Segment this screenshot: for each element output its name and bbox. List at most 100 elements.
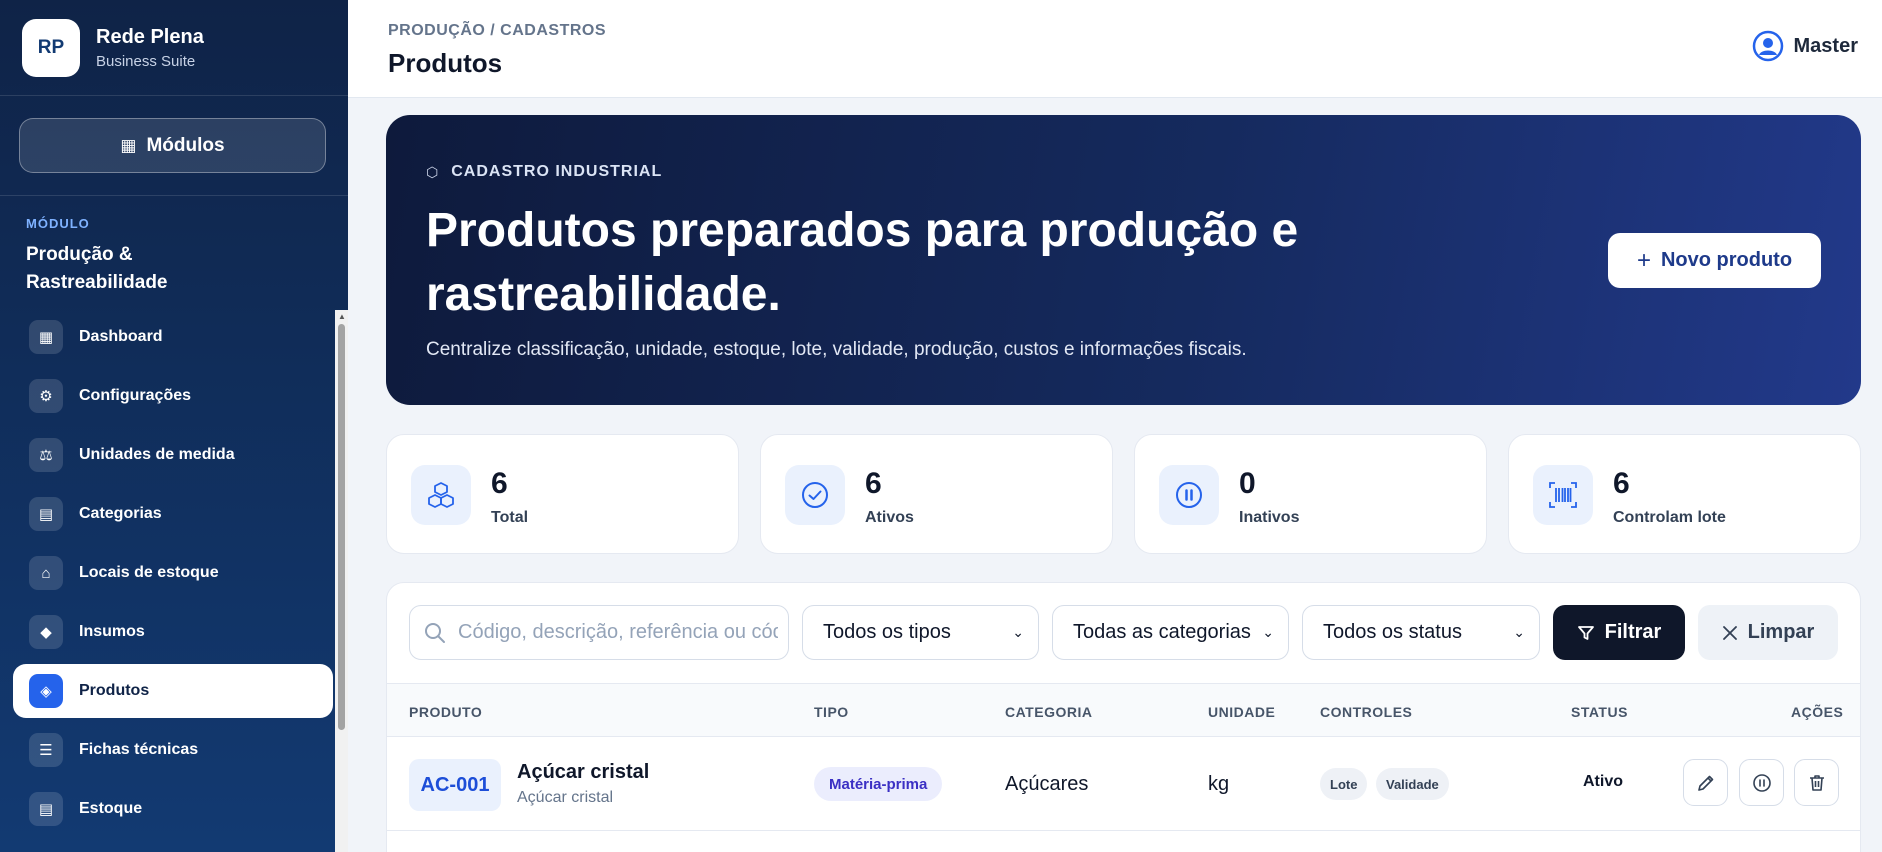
control-badge-validade: Validade [1376,768,1449,800]
funnel-icon [1577,625,1594,640]
stat-label: Inativos [1239,509,1300,526]
scroll-up-icon[interactable]: ▲ [338,312,346,321]
sidebar-item-fichas[interactable]: ☰ Fichas técnicas [13,723,333,777]
clear-button-label: Limpar [1747,621,1815,643]
grid-icon: ▦ [120,135,137,155]
sidebar-item-configuracoes[interactable]: ⚙ Configurações [13,369,333,423]
sidebar-item-locais[interactable]: ⌂ Locais de estoque [13,546,333,600]
close-icon [1722,625,1737,640]
pause-circle-icon [1159,465,1219,525]
cubes-icon [411,465,471,525]
category-select[interactable]: Todas as categorias ⌄ [1052,605,1289,660]
user-avatar-icon [1752,30,1783,62]
trash-icon [1809,774,1824,791]
pencil-icon [1697,775,1713,791]
status-select[interactable]: Todos os status ⌄ [1302,605,1540,660]
sidebar-item-unidades[interactable]: ⚖ Unidades de medida [13,428,333,482]
category-icon: ▤ [29,497,63,531]
product-name: Açúcar cristal [517,761,650,783]
sidebar-item-estoque[interactable]: ▤ Estoque [13,782,333,836]
table-header: PRODUTO TIPO CATEGORIA UNIDADE CONTROLES… [387,683,1860,737]
scrollbar-thumb[interactable] [338,324,345,730]
category-select-value: Todas as categorias [1073,621,1251,643]
clear-button[interactable]: Limpar [1698,605,1838,660]
top-header: PRODUÇÃO / CADASTROS Produtos Master [348,0,1882,98]
stat-label: Ativos [865,509,914,526]
chevron-down-icon: ⌄ [1262,624,1274,640]
modules-button[interactable]: ▦ Módulos [19,118,326,173]
sidebar-item-produtos[interactable]: ◈ Produtos [13,664,333,718]
sidebar-scrollbar[interactable]: ▲ [335,310,348,852]
dashboard-icon: ▦ [29,320,63,354]
stat-value: 6 [1613,467,1630,500]
box-icon: ⬡ [426,163,440,180]
hero-tag-label: CADASTRO INDUSTRIAL [451,163,663,180]
stat-value: 6 [865,467,882,500]
stat-value: 0 [1239,467,1256,500]
type-select[interactable]: Todos os tipos ⌄ [802,605,1039,660]
stats-row: 6 Total 6 Ativos 0 Inativos 6 Controlam … [386,434,1861,554]
sidebar-item-dashboard[interactable]: ▦ Dashboard [13,310,333,364]
search-input[interactable] [458,621,778,644]
modules-label: Módulos [146,134,225,156]
col-tipo: TIPO [814,704,849,720]
sidebar-item-label: Fichas técnicas [79,741,199,758]
products-card: Todos os tipos ⌄ Todas as categorias ⌄ T… [386,582,1861,852]
type-badge: Matéria-prima [814,767,943,801]
brand-name: Rede Plena [96,25,204,48]
col-unidade: UNIDADE [1208,704,1276,720]
sidebar-item-label: Produtos [79,682,150,699]
sidebar-nav: ▦ Dashboard ⚙ Configurações ⚖ Unidades de m… [13,310,333,841]
brand[interactable]: RP Rede Plena Business Suite [0,0,348,96]
sidebar-item-label: Categorias [79,505,162,522]
table-row[interactable]: AC-001 Açúcar cristal Açúcar cristal Mat… [387,737,1860,831]
stat-label: Total [491,509,529,526]
toggle-status-button[interactable] [1739,759,1784,806]
edit-button[interactable] [1683,759,1728,806]
delete-button[interactable] [1794,759,1839,806]
filter-bar: Todos os tipos ⌄ Todas as categorias ⌄ T… [387,583,1860,683]
col-status: STATUS [1571,704,1628,720]
type-select-value: Todos os tipos [823,621,951,643]
search-box[interactable] [409,605,789,660]
brand-subtitle: Business Suite [96,52,196,70]
status-text: Ativo [1583,773,1623,790]
sidebar-item-label: Unidades de medida [79,446,235,463]
plus-icon: + [1636,246,1651,274]
breadcrumb[interactable]: PRODUÇÃO / CADASTROS [388,22,606,40]
chevron-down-icon: ⌄ [1513,624,1525,640]
new-product-label: Novo produto [1660,249,1793,271]
gear-icon: ⚙ [29,379,63,413]
filter-button[interactable]: Filtrar [1553,605,1685,660]
col-acoes: AÇÕES [1791,704,1844,720]
search-icon [425,622,445,643]
module-info: MÓDULO Produção & Rastreabilidade [0,196,348,309]
sidebar-item-categorias[interactable]: ▤ Categorias [13,487,333,541]
sidebar: RP Rede Plena Business Suite ▦ Módulos M… [0,0,348,852]
sidebar-item-insumos[interactable]: ◆ Insumos [13,605,333,659]
sidebar-item-label: Locais de estoque [79,564,219,581]
stat-card-inativos: 0 Inativos [1134,434,1487,554]
barcode-icon [1533,465,1593,525]
sidebar-item-label: Estoque [79,800,143,817]
page-title: Produtos [388,48,503,78]
check-circle-icon [785,465,845,525]
col-categoria: CATEGORIA [1005,704,1093,720]
status-select-value: Todos os status [1323,621,1462,643]
product-icon: ◈ [29,674,63,708]
stat-label: Controlam lote [1613,509,1726,526]
hero-tag: ⬡ CADASTRO INDUSTRIAL [426,163,662,181]
col-controles: CONTROLES [1320,704,1413,720]
hero-banner: ⬡ CADASTRO INDUSTRIAL Produtos preparado… [386,115,1861,405]
new-product-button[interactable]: + Novo produto [1608,233,1821,288]
home-icon: ⌂ [29,556,63,590]
product-code[interactable]: AC-001 [409,759,501,811]
user-name: Master [1793,34,1858,57]
hero-description: Centralize classificação, unidade, estoq… [426,339,1247,360]
diamond-icon: ◆ [29,615,63,649]
sidebar-item-label: Dashboard [79,328,163,345]
module-caption: MÓDULO [26,216,90,231]
scale-icon: ⚖ [29,438,63,472]
user-menu[interactable]: Master [1752,30,1858,62]
sidebar-item-label: Configurações [79,387,192,404]
